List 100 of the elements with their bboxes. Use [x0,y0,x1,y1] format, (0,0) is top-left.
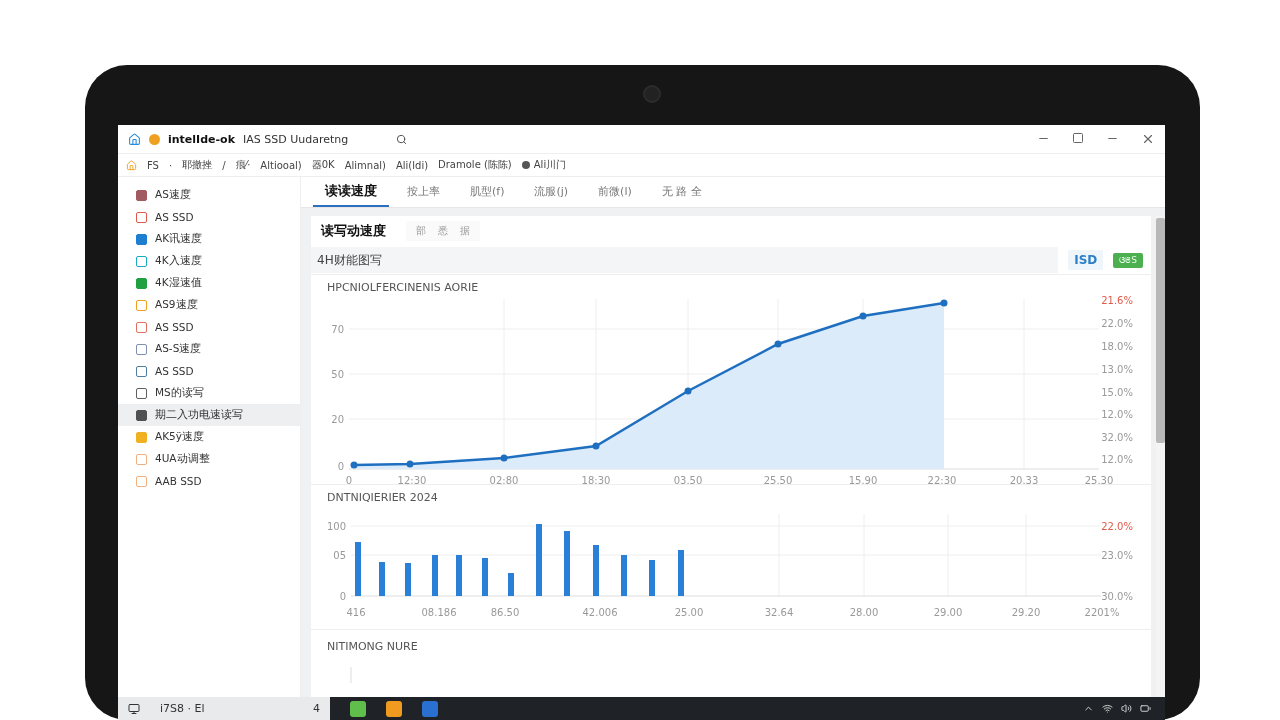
sidebar-item[interactable]: 4K湿速值 [118,272,300,294]
axis-label: 18:30 [581,475,611,484]
axis-label: 21.6% [1101,295,1133,306]
axis-label: 25.50 [763,475,793,484]
search-icon[interactable] [396,133,408,145]
window-title: IAS SSD Uudaretng [242,132,349,146]
sidebar-item[interactable]: 4UA动调整 [118,448,300,470]
chart-title: NITIMONG NURE [326,640,419,653]
bar [564,531,570,596]
axis-label: 42.006 [582,607,618,618]
menu-item[interactable]: Altiooal) [260,159,302,171]
axis-label: 416 [346,607,366,618]
bar [379,562,385,596]
bar [678,550,684,596]
data-point [859,312,867,320]
axis-label: 13.0% [1101,364,1133,375]
close-icon[interactable] [1141,132,1155,146]
axis-label: 0 [339,591,346,602]
axis-label: 0 [337,461,344,472]
axis-label: 23.0% [1101,550,1133,561]
menu-item[interactable]: Alimnal) [344,159,386,171]
tab[interactable]: 流服(j) [522,177,581,207]
volume-icon[interactable] [1121,703,1132,714]
bar [621,555,627,596]
wifi-icon[interactable] [1102,703,1113,714]
menu-item[interactable]: 痕⁄· [235,158,251,172]
sidebar-item[interactable]: AAB SSD [118,470,300,492]
sidebar-item[interactable]: MS的读写 [118,382,300,404]
taskbar-label: i7S8 · El [160,702,205,715]
axis-label: 02:80 [489,475,519,484]
axis-label: 29.00 [933,607,963,618]
data-point [406,460,414,468]
sidebar-item[interactable]: AS SSD [118,316,300,338]
axis-label: 12.0% [1101,454,1133,465]
menu-item[interactable]: Dramole (陈陈) [438,158,512,172]
status-badge: ଓଞS [1113,252,1143,268]
axis-label: 100 [326,521,346,532]
axis-label: 50 [331,369,344,380]
axis-label: 22.0% [1101,318,1133,329]
maximize-icon[interactable] [1072,132,1084,144]
menu-item[interactable]: 器0K [311,158,335,172]
axis-label: 15.0% [1101,387,1133,398]
axis-label: 05 [333,550,346,561]
menu-item[interactable]: Ali(ldi) [395,159,429,171]
tab[interactable]: 无 路 全 [649,177,714,207]
data-point [940,299,948,307]
menu-item[interactable]: 耶撤挫 [182,158,213,172]
app-name: intelIde-ok [168,132,235,146]
battery-icon[interactable] [1140,703,1151,714]
data-point [500,454,508,462]
axis-label: 18.0% [1101,341,1133,352]
bar [355,542,361,596]
axis-label: 12.0% [1101,409,1133,420]
sidebar-item[interactable]: 4K入速度 [118,250,300,272]
axis-label: 12:30 [397,475,427,484]
scrollbar[interactable] [1156,216,1165,697]
menu-item[interactable]: · [168,159,173,171]
axis-label: 28.00 [849,607,879,618]
tag: ISD [1068,250,1104,270]
bar [649,560,655,596]
axis-label: 86.50 [490,607,520,618]
axis-label: 30.0% [1101,591,1133,602]
menu-item[interactable]: Ali川门 [533,158,567,172]
bar [508,573,514,596]
data-point [684,387,692,395]
bar [593,545,599,596]
axis-label: 25.30 [1084,475,1114,484]
sidebar-item[interactable]: AS9速度 [118,294,300,316]
card-title: 读写动速度 [321,222,386,240]
axis-label: 0 [345,475,353,484]
sidebar-item[interactable]: AS-S速度 [118,338,300,360]
axis-label: 03.50 [673,475,703,484]
axis-label: 32.64 [764,607,794,618]
data-point [774,340,782,348]
sidebar-item[interactable]: AS SSD [118,360,300,382]
axis-label: 70 [331,324,344,335]
axis-label: 29.20 [1011,607,1041,618]
status-dot [149,133,160,145]
axis-label: 20.33 [1009,475,1039,484]
tab[interactable]: 肌型(f) [458,177,517,207]
axis-label: 22:30 [927,475,957,484]
tab[interactable]: 按上率 [395,177,452,207]
sidebar-item[interactable]: AK5ÿ速度 [118,426,300,448]
axis-label: 20 [331,414,344,425]
sidebar-item[interactable]: AS速度 [118,184,300,206]
sidebar-item[interactable]: 期二入功电速读写 [118,404,300,426]
axis-label: 15.90 [848,475,878,484]
input-field[interactable]: 4H财能图写 [311,247,1059,273]
axis-label: 25.00 [674,607,704,618]
axis-label: 22.0% [1101,521,1133,532]
bar [482,558,488,596]
axis-label: 2201% [1084,607,1120,618]
desktop-icon[interactable] [128,702,140,715]
tab[interactable]: 前微(l) [586,177,644,207]
sidebar-item[interactable]: AK讯速度 [118,228,300,250]
menu-item[interactable]: FS [147,159,159,171]
bar [432,555,438,596]
sidebar-item[interactable]: AS SSD [118,206,300,228]
bar [405,563,411,596]
menu-item[interactable]: / [222,159,226,171]
